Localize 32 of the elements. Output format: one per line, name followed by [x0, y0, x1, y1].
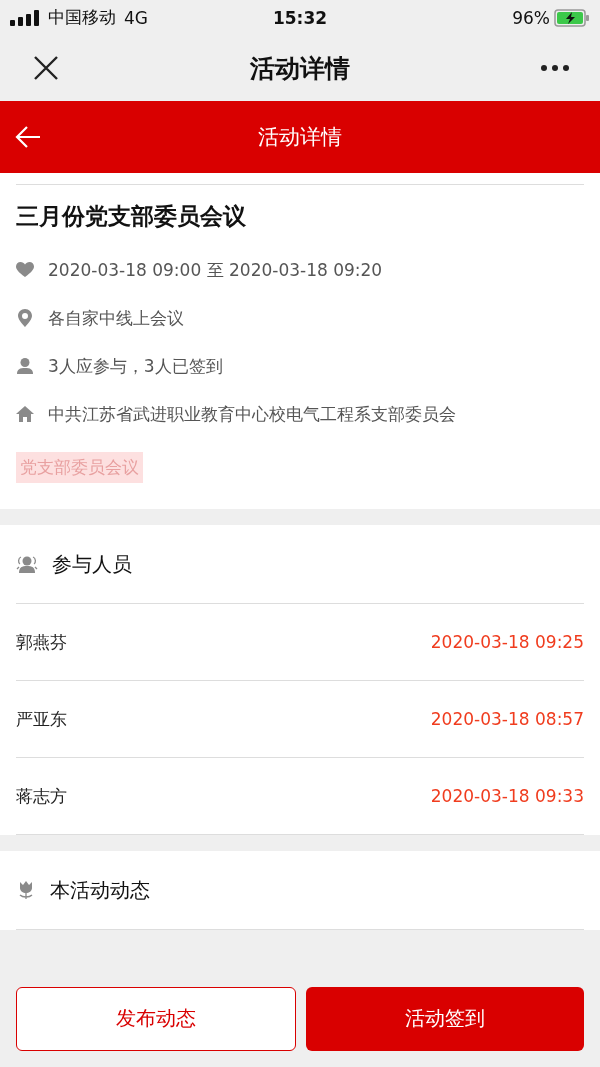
network-type: 4G [124, 7, 148, 28]
battery-percent: 96% [512, 7, 550, 28]
sign-in-time: 2020-03-18 08:57 [430, 709, 584, 729]
info-text: 2020-03-18 09:00 至 2020-03-18 09:20 [48, 258, 383, 282]
back-icon[interactable] [15, 126, 41, 148]
participant-name: 严亚东 [16, 707, 67, 731]
more-icon[interactable] [540, 64, 570, 72]
info-text: 3人应参与，3人已签到 [48, 354, 223, 378]
people-group-icon [16, 555, 38, 573]
participant-name: 郭燕芬 [16, 630, 67, 654]
info-text: 各自家中线上会议 [48, 306, 184, 330]
sign-in-time: 2020-03-18 09:33 [430, 786, 584, 806]
page-title: 活动详情 [249, 52, 350, 85]
info-text: 中共江苏省武进职业教育中心校电气工程系支部委员会 [48, 402, 456, 426]
signal-icon [10, 9, 40, 26]
section-title: 参与人员 [52, 550, 132, 578]
close-icon[interactable] [33, 55, 59, 81]
heart-icon [16, 262, 34, 278]
section-title: 本活动动态 [50, 876, 150, 904]
sign-in-time: 2020-03-18 09:25 [430, 632, 584, 652]
battery-icon [554, 8, 590, 27]
header-title: 活动详情 [258, 124, 342, 151]
activity-title: 三月份党支部委员会议 [16, 202, 246, 231]
person-icon [16, 358, 34, 374]
carrier-name: 中国移动 [48, 6, 116, 29]
home-icon [16, 406, 34, 422]
participant-name: 蒋志方 [16, 784, 67, 808]
check-in-button[interactable]: 活动签到 [306, 986, 584, 1051]
clock: 15:32 [272, 7, 328, 28]
post-button[interactable]: 发布动态 [16, 986, 296, 1051]
activity-tag: 党支部委员会议 [16, 452, 143, 483]
location-pin-icon [16, 309, 34, 327]
